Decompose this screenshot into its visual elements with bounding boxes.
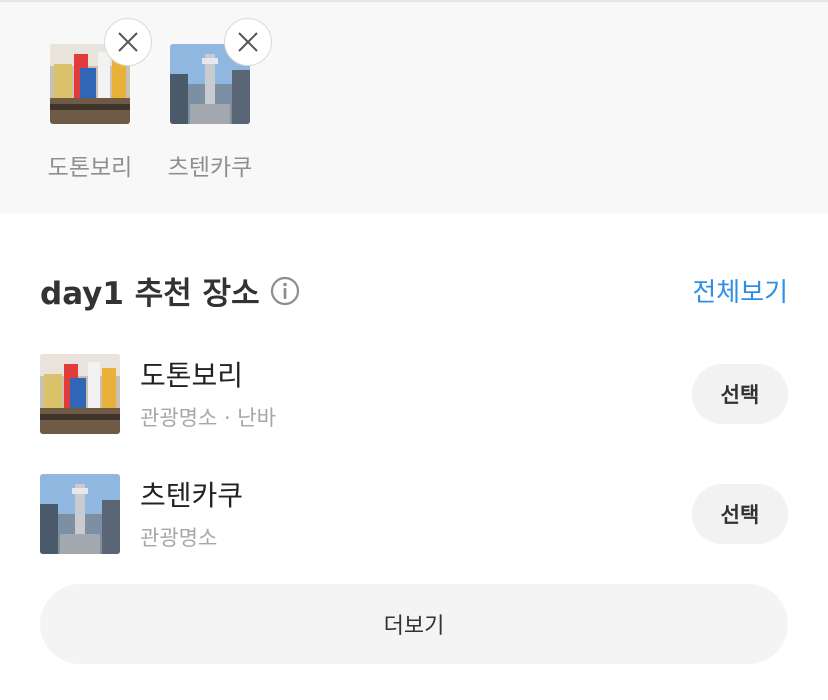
selected-place-chip: 도톤보리 [48,18,152,181]
selected-place-name: 츠텐카쿠 [167,155,253,181]
dotonbori-thumbnail [40,354,120,434]
close-icon [118,32,138,52]
remove-selected-place-button[interactable] [104,18,152,66]
section-title: day1 추천 장소 [40,268,300,313]
selected-places-panel: 도톤보리 츠텐카쿠 [0,2,828,213]
view-all-link[interactable]: 전체보기 [692,272,788,309]
selected-place-chip: 츠텐카쿠 [168,18,272,181]
more-button[interactable]: 더보기 [40,584,788,664]
place-name: 츠텐카쿠 [140,479,244,512]
section-title-text: day1 추천 장소 [40,276,260,312]
info-icon[interactable] [270,276,300,306]
place-name: 도톤보리 [140,359,244,392]
selected-place-name: 도톤보리 [47,155,133,181]
remove-selected-place-button[interactable] [224,18,272,66]
tsutenkaku-thumbnail [40,474,120,554]
select-place-button[interactable]: 선택 [692,364,788,424]
place-meta: 관광명소 · 난바 [140,406,276,430]
close-icon [238,32,258,52]
place-list-item: 도톤보리 관광명소 · 난바 선택 [40,354,788,434]
select-place-button[interactable]: 선택 [692,484,788,544]
place-meta: 관광명소 [140,526,218,550]
place-list-item: 츠텐카쿠 관광명소 선택 [40,474,788,554]
